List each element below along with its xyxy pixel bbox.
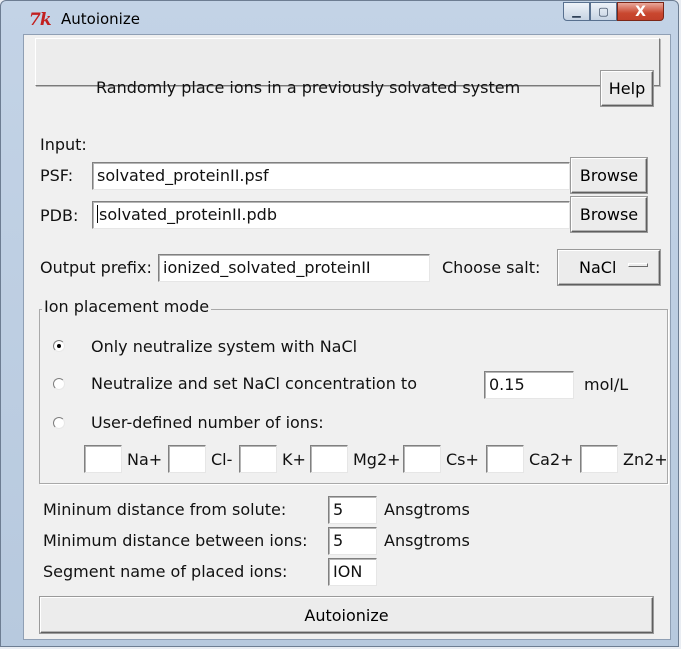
option-set-concentration-label: Neutralize and set NaCl concentration to <box>91 374 417 393</box>
ion-label-cs: Cs+ <box>446 450 479 469</box>
ion-count-mg[interactable] <box>310 445 348 473</box>
psf-browse-button[interactable]: Browse <box>571 158 647 193</box>
tk-feather-icon: 7k <box>29 10 52 30</box>
close-icon: X <box>635 3 646 20</box>
psf-input[interactable]: solvated_proteinII.psf <box>92 162 570 190</box>
client-area: Randomly place ions in a previously solv… <box>23 34 671 640</box>
text-cursor <box>97 205 98 223</box>
pdb-input[interactable]: solvated_proteinII.pdb <box>92 201 570 229</box>
radio-user-defined[interactable] <box>53 417 65 429</box>
output-prefix-input[interactable]: ionized_solvated_proteinII <box>158 254 430 282</box>
description-text: Randomly place ions in a previously solv… <box>96 78 521 97</box>
maximize-button[interactable]: ▢ <box>590 2 617 21</box>
ion-label-mg: Mg2+ <box>353 450 401 469</box>
close-button[interactable]: X <box>617 2 664 21</box>
output-prefix-label: Output prefix: <box>40 258 152 277</box>
menubutton-indicator-icon <box>628 263 648 267</box>
min-distance-solute-input[interactable]: 5 <box>328 496 377 524</box>
ion-label-k: K+ <box>282 450 306 469</box>
help-button[interactable]: Help <box>601 71 653 106</box>
option-user-defined-label: User-defined number of ions: <box>91 413 324 432</box>
autoionize-window: 7k Autoionize ▁ ▢ X Randomly place ions … <box>0 0 679 647</box>
pdb-browse-button[interactable]: Browse <box>571 197 647 232</box>
autoionize-button[interactable]: Autoionize <box>40 597 653 633</box>
choose-salt-label: Choose salt: <box>442 258 541 277</box>
ion-label-cl: Cl- <box>211 450 233 469</box>
solute-distance-unit: Ansgtroms <box>384 500 470 519</box>
ion-placement-title: Ion placement mode <box>42 297 212 316</box>
ion-count-zn[interactable] <box>580 445 618 473</box>
ion-count-cs[interactable] <box>403 445 441 473</box>
salt-menubutton-value: NaCl <box>579 258 617 277</box>
salt-menubutton[interactable]: NaCl <box>558 250 660 285</box>
minimize-button[interactable]: ▁ <box>563 2 590 21</box>
min-distance-solute-label: Mininum distance from solute: <box>43 500 287 519</box>
min-distance-ions-label: Minimum distance between ions: <box>43 531 308 550</box>
ion-count-na[interactable] <box>84 445 122 473</box>
ion-count-ca[interactable] <box>486 445 524 473</box>
ions-distance-unit: Ansgtroms <box>384 531 470 550</box>
minimize-icon: ▁ <box>572 5 581 18</box>
segment-name-label: Segment name of placed ions: <box>43 562 288 581</box>
input-section-label: Input: <box>40 135 87 154</box>
caption-buttons: ▁ ▢ X <box>563 2 664 21</box>
min-distance-ions-input[interactable]: 5 <box>328 527 377 555</box>
ion-label-zn: Zn2+ <box>623 450 668 469</box>
segment-name-input[interactable]: ION <box>328 558 377 586</box>
title-bar[interactable]: 7k Autoionize ▁ ▢ X <box>1 1 678 34</box>
concentration-unit: mol/L <box>584 375 629 394</box>
ion-label-na: Na+ <box>127 450 163 469</box>
ion-count-k[interactable] <box>239 445 277 473</box>
psf-label: PSF: <box>40 166 74 185</box>
pdb-label: PDB: <box>40 206 79 225</box>
window-title: Autoionize <box>61 10 140 28</box>
ion-count-cl[interactable] <box>168 445 206 473</box>
pdb-input-value: solvated_proteinII.pdb <box>99 205 277 224</box>
option-only-neutralize-label: Only neutralize system with NaCl <box>91 337 358 356</box>
radio-set-concentration[interactable] <box>53 378 65 390</box>
concentration-input[interactable]: 0.15 <box>484 371 574 399</box>
maximize-icon: ▢ <box>598 5 609 18</box>
ion-label-ca: Ca2+ <box>529 450 574 469</box>
radio-only-neutralize[interactable] <box>53 340 65 352</box>
